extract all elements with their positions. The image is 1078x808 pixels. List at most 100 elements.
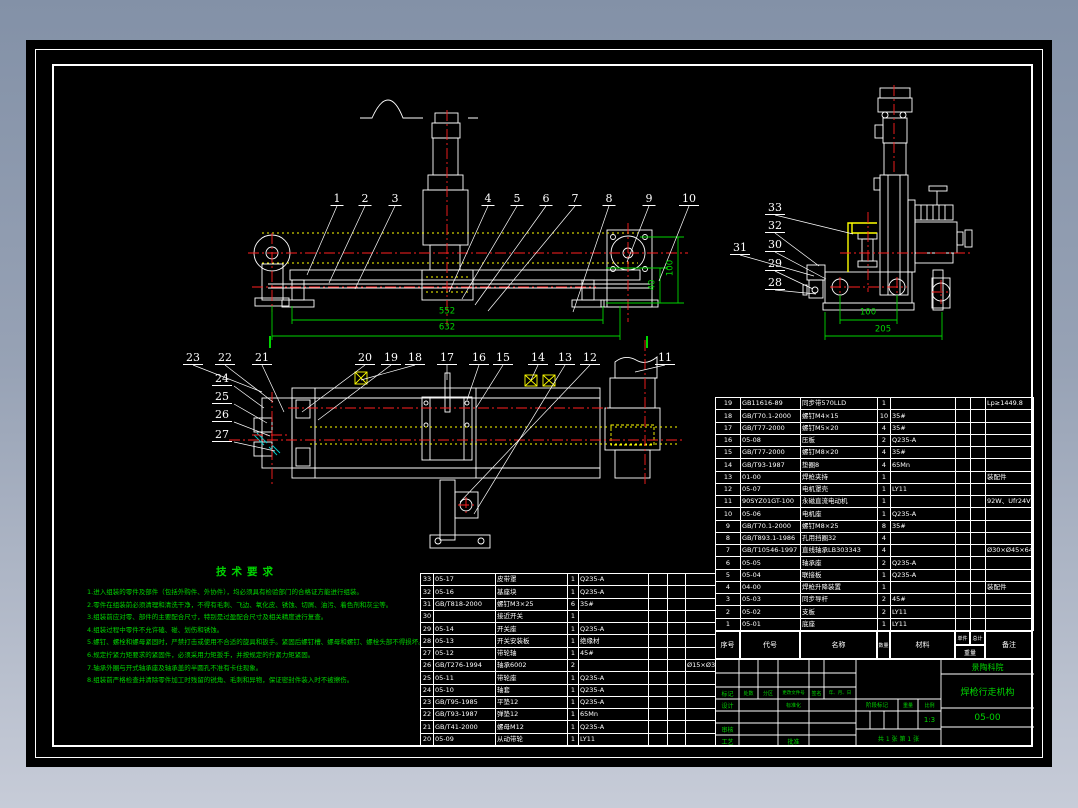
part-row-30: 30 接近开关 1: [420, 609, 716, 624]
plan-hatch-cyan: [253, 432, 281, 456]
part-row-15: 15 GB/T77-2000 螺钉M8×20 4 35#: [715, 445, 1034, 460]
balloon-9: 9: [642, 193, 656, 206]
balloon-11: 11: [655, 352, 675, 365]
balloon-28: 28: [765, 277, 785, 290]
revision-count-label: 处数: [743, 690, 754, 697]
balloon-6: 6: [539, 193, 553, 206]
tech-requirement-line-2: 2.零件在组装前必须清理和清洗干净，不得有毛刺、飞边、氧化皮、锈蚀、切屑、油污、…: [87, 600, 393, 609]
part-row-14: 14 GB/T93-1987 垫圈8 4 65Mn: [715, 458, 1034, 472]
balloon-3: 3: [388, 193, 402, 206]
part-row-20: 20 05-09 从动带轮 1 LY11: [420, 732, 716, 747]
front-dimension-552: 552: [438, 306, 456, 317]
balloon-5: 5: [510, 193, 524, 206]
audit-label: 审核: [721, 726, 734, 734]
scale-value: 1:3: [923, 716, 936, 724]
part-row-22: 22 GB/T93-1987 弹垫12 1 65Mn: [420, 708, 716, 722]
balloon-10: 10: [679, 193, 699, 206]
front-dimension-100: 100: [665, 259, 676, 277]
process-label: 工艺: [721, 738, 734, 746]
plan-section-marks: [269, 336, 648, 348]
revision-changefile-label: 更改文件号: [782, 691, 805, 696]
revision-mark-label: 标记: [721, 690, 734, 698]
front-dimension-632: 632: [438, 322, 456, 333]
balloon-30: 30: [765, 239, 785, 252]
balloon-19: 19: [381, 352, 401, 365]
plan-view: [253, 356, 661, 549]
balloon-2: 2: [358, 193, 372, 206]
part-row-23: 23 GB/T95-1985 平垫12 1 Q235-A: [420, 695, 716, 710]
tech-requirement-line-7: 7.轴承外圈与开式轴承座及轴承盖的半圆孔不准有卡住现象。: [87, 663, 263, 672]
part-row-6: 6 05-05 轴承座 2 Q235-A: [715, 556, 1034, 570]
part-row-26: 26GB/T276-1994轴承60022Ø15×Ø32×9: [420, 658, 716, 673]
parts-list-right: 19 GB11616-89 同步带570LLD 1 Lp≥1449.8 18 GB/T70.…: [715, 396, 1034, 631]
part-row-1: 1 05-01 底座 1 LY11: [715, 617, 1034, 631]
part-row-24: 24 05-10 轴套 1 Q235-A: [420, 683, 716, 697]
plan-centerlines: [229, 340, 685, 513]
part-row-33: 33 05-17 皮带罩 1 Q235-A: [420, 572, 716, 587]
tech-requirement-line-4: 4.组装过程中零件不允许磕、碰、划伤和锈蚀。: [87, 625, 224, 634]
balloon-32: 32: [765, 220, 785, 233]
balloon-15: 15: [493, 352, 513, 365]
revision-date-label: 年、月、日: [828, 691, 852, 696]
approve-label: 批准: [787, 738, 800, 746]
part-row-5: 5 05-04 联接板 1 Q235-A: [715, 568, 1034, 582]
balloon-7: 7: [568, 193, 582, 206]
part-row-3: 3 05-03 同步导杆 2 45#: [715, 592, 1034, 607]
part-row-11: 11 90SYZ01GT-100 永磁直流电动机 1 92W、Ufr24V: [715, 494, 1034, 509]
balloon-29: 29: [765, 258, 785, 271]
part-row-12: 12 05-07 电机罩壳 1 LY11: [715, 482, 1034, 497]
sheet-info: 共 1 张 第 1 张: [877, 735, 920, 743]
revision-signature-label: 签名: [811, 690, 822, 697]
balloon-25: 25: [212, 391, 232, 404]
balloon-4: 4: [481, 193, 495, 206]
balloon-1: 1: [330, 193, 344, 206]
side-dimension-205: 205: [874, 324, 892, 335]
header-col-qty: 数量: [877, 631, 890, 659]
part-row-9: 9 GB/T70.1-2000 螺钉M8×25 8 35#: [715, 519, 1034, 533]
balloon-21: 21: [252, 352, 272, 365]
part-row-10: 10 05-06 电机座 1 Q235-A: [715, 507, 1034, 521]
balloon-8: 8: [602, 193, 616, 206]
part-row-2: 2 05-02 支板 2 LY11: [715, 605, 1034, 619]
balloon-20: 20: [355, 352, 375, 365]
front-dimension-lines: [271, 236, 684, 340]
header-col-total-weight: 总计: [970, 631, 985, 645]
tech-requirement-line-8: 8.组装前严格检查并清除零件加工时残留的锐角、毛刺和异物，保证密封件装入时不被擦…: [87, 676, 354, 685]
balloon-31: 31: [730, 242, 750, 255]
balloon-13: 13: [555, 352, 575, 365]
standardize-label: 标准化: [785, 702, 801, 709]
part-row-7: 7 GB/T10546-1997 直线轴承LB303343 4 Ø30×Ø45×64: [715, 543, 1034, 558]
weight-label: 重量: [902, 702, 913, 709]
tech-requirement-line-5: 5.螺钉、螺栓和螺母紧固时，严禁打击或使用不合适的旋具和扳手。紧固后螺钉槽、螺母…: [87, 638, 425, 647]
drawing-canvas: 1 2 3 4 5 6 7 8 9 10 23 22 21 20 19 18 17 16 15 14 13 12 11 24 2…: [26, 40, 1052, 767]
balloon-14: 14: [528, 352, 548, 365]
balloon-27: 27: [212, 429, 232, 442]
part-row-27: 27 05-12 带轮轴 1 45#: [420, 646, 716, 660]
part-row-32: 32 05-16 基座块 1 Q235-A: [420, 585, 716, 599]
side-view: [802, 87, 973, 311]
balloon-22: 22: [215, 352, 235, 365]
drawing-number: 05-00: [974, 712, 1001, 723]
tech-requirement-line-6: 6.规定拧紧力矩要求的紧固件，必须采用力矩扳手，并按规定的拧紧力矩紧固。: [87, 650, 315, 659]
balloon-33: 33: [765, 202, 785, 215]
scale-label: 比例: [924, 702, 935, 709]
balloon-17: 17: [437, 352, 457, 365]
part-row-28: 28 05-13 开关安装板 1 绝缘材: [420, 634, 716, 648]
side-dimension-100: 100: [859, 307, 877, 318]
drawing-title: 焊枪行走机构: [960, 687, 1015, 698]
part-row-21: 21 GB/T41-2000 螺母M12 1 Q235-A: [420, 720, 716, 734]
title-block: 标记 处数 分区 更改文件号 签名 年、月、日 设计 标准化 审核 工艺 批准 …: [715, 659, 1034, 747]
tech-requirement-line-3: 3.组装前应对零、部件的主要配合尺寸，特别是过盈配合尺寸及相关精度进行复查。: [87, 613, 328, 622]
technical-requirements-lines: 1.进入组装的零件及部件（包括外购件、外协件），均必须具有检验部门的合格证方能进…: [87, 586, 427, 687]
part-row-18: 18 GB/T70.1-2000 螺钉M4×15 10 35#: [715, 409, 1034, 423]
technical-requirements-title: 技术要求: [216, 566, 278, 578]
header-col-material: 材料: [890, 631, 955, 659]
part-row-19: 19 GB11616-89 同步带570LLD 1 Lp≥1449.8: [715, 396, 1034, 411]
plan-hidden-yellow: [310, 371, 680, 446]
design-label: 设计: [721, 702, 734, 710]
company-name: 景陶科院: [971, 662, 1004, 672]
balloon-16: 16: [469, 352, 489, 365]
balloon-23: 23: [183, 352, 203, 365]
balloon-26: 26: [212, 409, 232, 422]
part-row-16: 16 05-08 压板 2 Q235-A: [715, 433, 1034, 448]
